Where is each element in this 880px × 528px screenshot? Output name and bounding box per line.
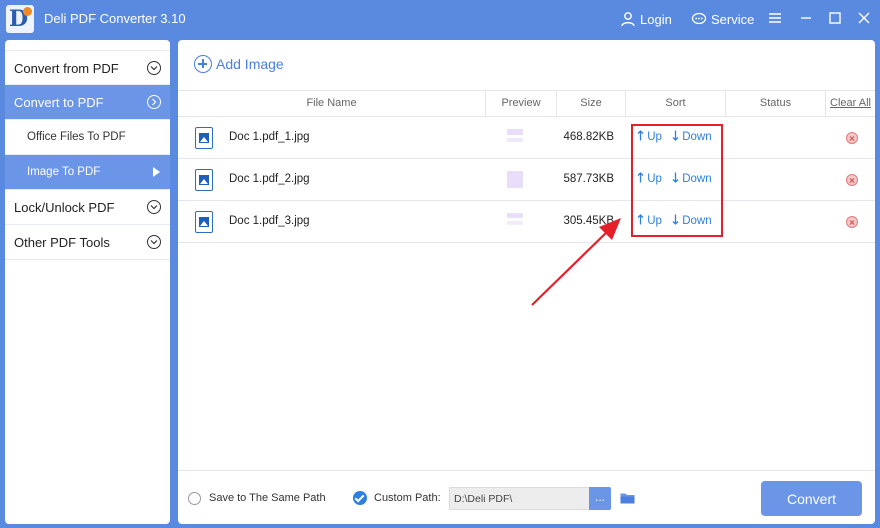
column-file-name: File Name	[178, 91, 486, 116]
service-button[interactable]: Service	[691, 9, 754, 29]
chevron-down-circle-icon	[147, 61, 161, 75]
close-icon	[857, 11, 873, 27]
folder-icon[interactable]	[620, 492, 635, 504]
preview-thumbnail	[507, 171, 523, 189]
same-path-radio[interactable]	[188, 492, 201, 505]
user-icon	[620, 11, 636, 27]
chevron-down-circle-icon	[147, 235, 161, 249]
remove-icon[interactable]	[846, 174, 858, 186]
browse-button[interactable]: ...	[589, 487, 611, 510]
logo-mark	[23, 7, 32, 16]
remove-icon[interactable]	[846, 216, 858, 228]
sidebar-item-label: Lock/Unlock PDF	[14, 200, 115, 215]
main-panel: Add Image File Name Preview Size Sort St…	[178, 40, 875, 524]
column-preview: Preview	[486, 91, 557, 116]
sidebar-item-convert-to-pdf[interactable]: Convert to PDF	[5, 85, 170, 120]
close-button[interactable]	[857, 9, 873, 29]
maximize-icon	[828, 11, 844, 27]
output-path-input[interactable]	[449, 487, 589, 510]
table-row: Doc 1.pdf_3.jpg 305.45KB Up Down	[178, 201, 875, 243]
minimize-button[interactable]	[799, 9, 815, 29]
file-name: Doc 1.pdf_2.jpg	[229, 173, 310, 185]
image-file-icon	[195, 169, 213, 191]
login-label: Login	[640, 11, 672, 27]
table-header: File Name Preview Size Sort Status Clear…	[178, 90, 875, 117]
file-name: Doc 1.pdf_1.jpg	[229, 131, 310, 143]
sidebar-subitem-office-files-to-pdf[interactable]: Office Files To PDF	[5, 120, 170, 155]
minimize-icon	[799, 11, 815, 27]
column-sort: Sort	[626, 91, 726, 116]
service-label: Service	[711, 11, 755, 27]
sidebar-subitem-label: Office Files To PDF	[27, 131, 126, 143]
file-size: 468.82KB	[563, 131, 614, 143]
sidebar-item-label: Other PDF Tools	[14, 235, 110, 250]
custom-path-label: Custom Path:	[374, 492, 441, 504]
sidebar-item-lock-unlock-pdf[interactable]: Lock/Unlock PDF	[5, 190, 170, 225]
image-file-icon	[195, 127, 213, 149]
highlight-box	[631, 124, 723, 237]
chat-icon	[691, 11, 707, 27]
add-image-label: Add Image	[216, 56, 284, 72]
chevron-right-circle-icon	[147, 95, 161, 109]
plus-circle-icon	[194, 55, 212, 73]
sidebar-subitem-image-to-pdf[interactable]: Image To PDF	[5, 155, 170, 190]
column-status: Status	[726, 91, 826, 116]
footer-bar: Save to The Same Path Custom Path: ... C…	[178, 470, 875, 524]
login-button[interactable]: Login	[620, 9, 672, 29]
same-path-label: Save to The Same Path	[209, 492, 326, 504]
menu-button[interactable]	[768, 9, 784, 29]
sidebar: Convert from PDF Convert to PDF Office F…	[5, 40, 170, 524]
sidebar-item-label: Convert from PDF	[14, 61, 119, 76]
table-row: Doc 1.pdf_1.jpg 468.82KB Up Down	[178, 117, 875, 159]
column-clear-all: Clear All	[826, 91, 875, 116]
image-file-icon	[195, 211, 213, 233]
file-name: Doc 1.pdf_3.jpg	[229, 215, 310, 227]
custom-path-checkbox[interactable]	[353, 491, 367, 505]
app-title: Deli PDF Converter 3.10	[44, 11, 186, 26]
table-row: Doc 1.pdf_2.jpg 587.73KB Up Down	[178, 159, 875, 201]
convert-button[interactable]: Convert	[761, 481, 862, 516]
sidebar-item-label: Convert to PDF	[14, 95, 104, 110]
column-size: Size	[557, 91, 626, 116]
clear-all-button[interactable]: Clear All	[830, 97, 871, 109]
maximize-button[interactable]	[828, 9, 844, 29]
add-image-button[interactable]: Add Image	[194, 54, 284, 74]
chevron-down-circle-icon	[147, 200, 161, 214]
sidebar-item-other-pdf-tools[interactable]: Other PDF Tools	[5, 225, 170, 260]
hamburger-icon	[768, 11, 784, 27]
preview-thumbnail	[507, 213, 523, 231]
annotation-arrow-icon	[531, 218, 621, 306]
sidebar-item-convert-from-pdf[interactable]: Convert from PDF	[5, 50, 170, 85]
file-size: 587.73KB	[563, 173, 614, 185]
title-bar: D Deli PDF Converter 3.10 Login Service	[0, 0, 880, 38]
remove-icon[interactable]	[846, 132, 858, 144]
arrow-right-icon	[153, 167, 160, 177]
preview-thumbnail	[507, 129, 523, 147]
sidebar-subitem-label: Image To PDF	[27, 166, 101, 178]
app-logo: D	[6, 5, 34, 33]
